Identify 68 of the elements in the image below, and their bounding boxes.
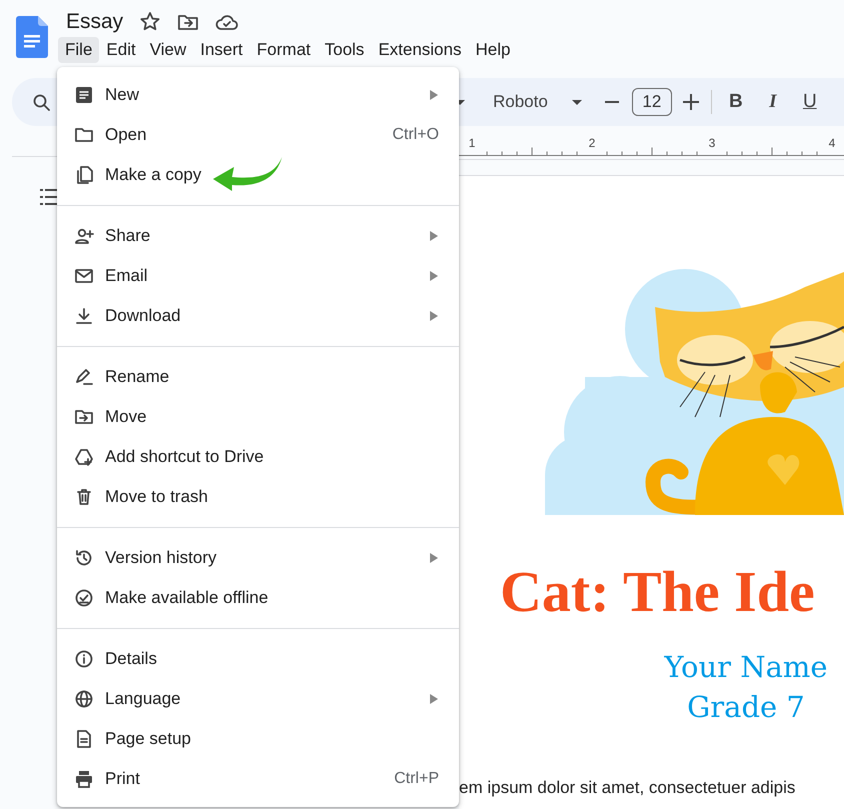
ruler-number: 4 — [828, 136, 836, 150]
page-icon — [74, 729, 94, 749]
annotation-arrow — [213, 157, 282, 191]
italic-button[interactable]: I — [764, 91, 781, 113]
shortcut-label: Ctrl+O — [392, 126, 439, 144]
caret-icon[interactable] — [570, 98, 583, 106]
menu-item[interactable]: Move — [57, 397, 459, 437]
underline-button[interactable]: U — [802, 91, 818, 113]
menu-item[interactable]: Share — [57, 216, 459, 256]
font-size-field[interactable]: 12 — [632, 88, 672, 116]
trash-icon — [74, 487, 94, 507]
folder-icon — [74, 125, 94, 145]
document-heading: Cat: The Ide — [500, 560, 816, 624]
menu-item[interactable]: Make available offline — [57, 578, 459, 618]
menu-bar-item[interactable]: Format — [250, 37, 318, 63]
menu-item[interactable]: Page setup — [57, 719, 459, 759]
circle-check-icon — [74, 588, 94, 608]
menu-item[interactable]: Add shortcut to Drive — [57, 437, 459, 477]
menu-bar-item[interactable]: Insert — [193, 37, 250, 63]
menu-item[interactable]: Download — [57, 296, 459, 336]
info-icon — [74, 649, 94, 669]
menu-bar-item[interactable]: View — [142, 37, 194, 63]
menu-item[interactable]: Rename — [57, 357, 459, 397]
submenu-arrow-icon — [430, 311, 438, 321]
ruler-number: 1 — [468, 136, 476, 150]
ruler-number: 3 — [708, 136, 716, 150]
bold-button[interactable]: B — [728, 91, 744, 113]
menu-item[interactable]: Details — [57, 639, 459, 679]
drive-add-icon — [74, 447, 94, 467]
submenu-arrow-icon — [430, 231, 438, 241]
grade-text: Grade 7 — [686, 689, 806, 726]
search-icon — [32, 93, 50, 111]
menu-item[interactable]: Move to trash — [57, 477, 459, 517]
menu-item[interactable]: Print Ctrl+P — [57, 759, 459, 799]
ruler-number: 2 — [588, 136, 596, 150]
menu-item[interactable]: Version history — [57, 538, 459, 578]
plus-icon[interactable] — [682, 94, 699, 110]
menu-item[interactable]: Open Ctrl+O — [57, 115, 459, 155]
docs-logo-icon[interactable] — [16, 16, 48, 58]
download-icon — [74, 306, 94, 326]
menu-bar-item[interactable]: Edit — [99, 37, 143, 63]
menu-bar-item[interactable]: Help — [468, 37, 518, 63]
pencil-icon — [74, 367, 94, 387]
star-icon[interactable] — [139, 11, 162, 33]
copy-icon — [74, 165, 94, 185]
shortcut-label: Ctrl+P — [394, 770, 439, 788]
printer-icon — [74, 769, 94, 789]
folder-arrow-icon — [74, 407, 94, 427]
history-icon — [74, 548, 94, 568]
submenu-arrow-icon — [430, 694, 438, 704]
submenu-arrow-icon — [430, 553, 438, 563]
person-add-icon — [74, 226, 94, 246]
menu-item[interactable]: Make a copy — [57, 155, 459, 195]
menu-item[interactable]: Language — [57, 679, 459, 719]
menu-item[interactable]: New — [57, 75, 459, 115]
menu-bar-item[interactable]: File — [58, 37, 100, 63]
envelope-icon — [74, 266, 94, 286]
body-text: em ipsum dolor sit amet, consectetuer adipis — [459, 777, 796, 799]
submenu-arrow-icon — [430, 271, 438, 281]
author-name: Your Name — [663, 649, 829, 686]
menu-item[interactable]: Email — [57, 256, 459, 296]
menu-bar-item[interactable]: Tools — [318, 37, 372, 63]
menu-bar-item[interactable]: Extensions — [371, 37, 468, 63]
font-dropdown[interactable]: Roboto — [493, 92, 548, 112]
submenu-arrow-icon — [430, 90, 438, 100]
document-title[interactable]: Essay — [66, 10, 124, 34]
document-icon — [74, 85, 94, 105]
globe-icon — [74, 689, 94, 709]
